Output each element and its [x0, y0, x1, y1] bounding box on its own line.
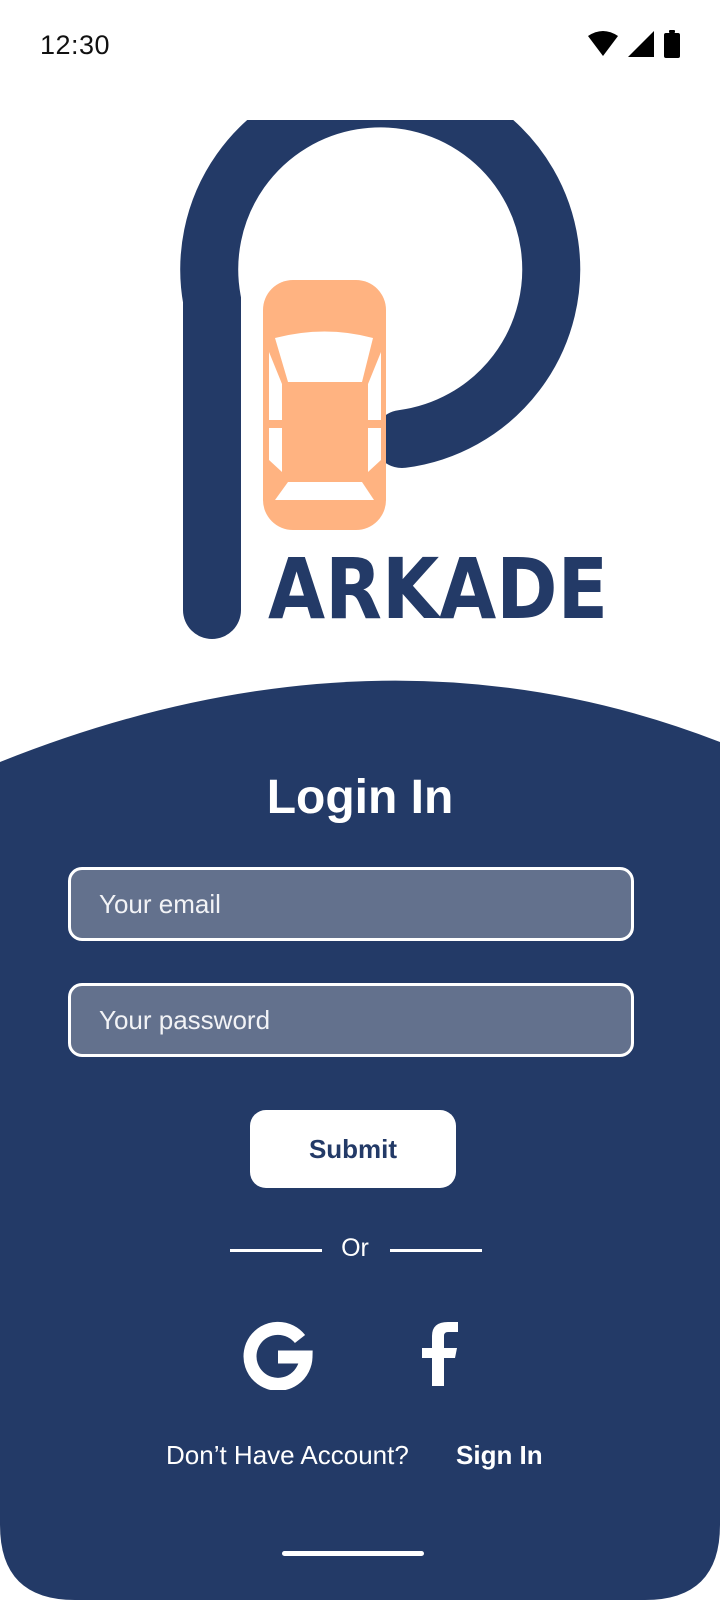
- home-indicator[interactable]: [282, 1551, 424, 1556]
- google-icon: [243, 1321, 313, 1391]
- divider-line-right: [390, 1249, 482, 1252]
- submit-button[interactable]: Submit: [250, 1110, 456, 1188]
- login-panel: Login In Submit Or Don’t Have Account? S…: [0, 0, 720, 1600]
- page-title: Login In: [266, 771, 454, 824]
- email-field[interactable]: [68, 867, 634, 941]
- divider-line-left: [230, 1249, 322, 1252]
- no-account-text: Don’t Have Account?: [166, 1440, 409, 1470]
- facebook-login-button[interactable]: [402, 1318, 474, 1390]
- facebook-icon: [422, 1322, 458, 1386]
- google-login-button[interactable]: [242, 1318, 314, 1391]
- sign-in-link[interactable]: Sign In: [456, 1440, 543, 1471]
- password-field[interactable]: [68, 983, 634, 1057]
- divider-text: Or: [341, 1234, 369, 1262]
